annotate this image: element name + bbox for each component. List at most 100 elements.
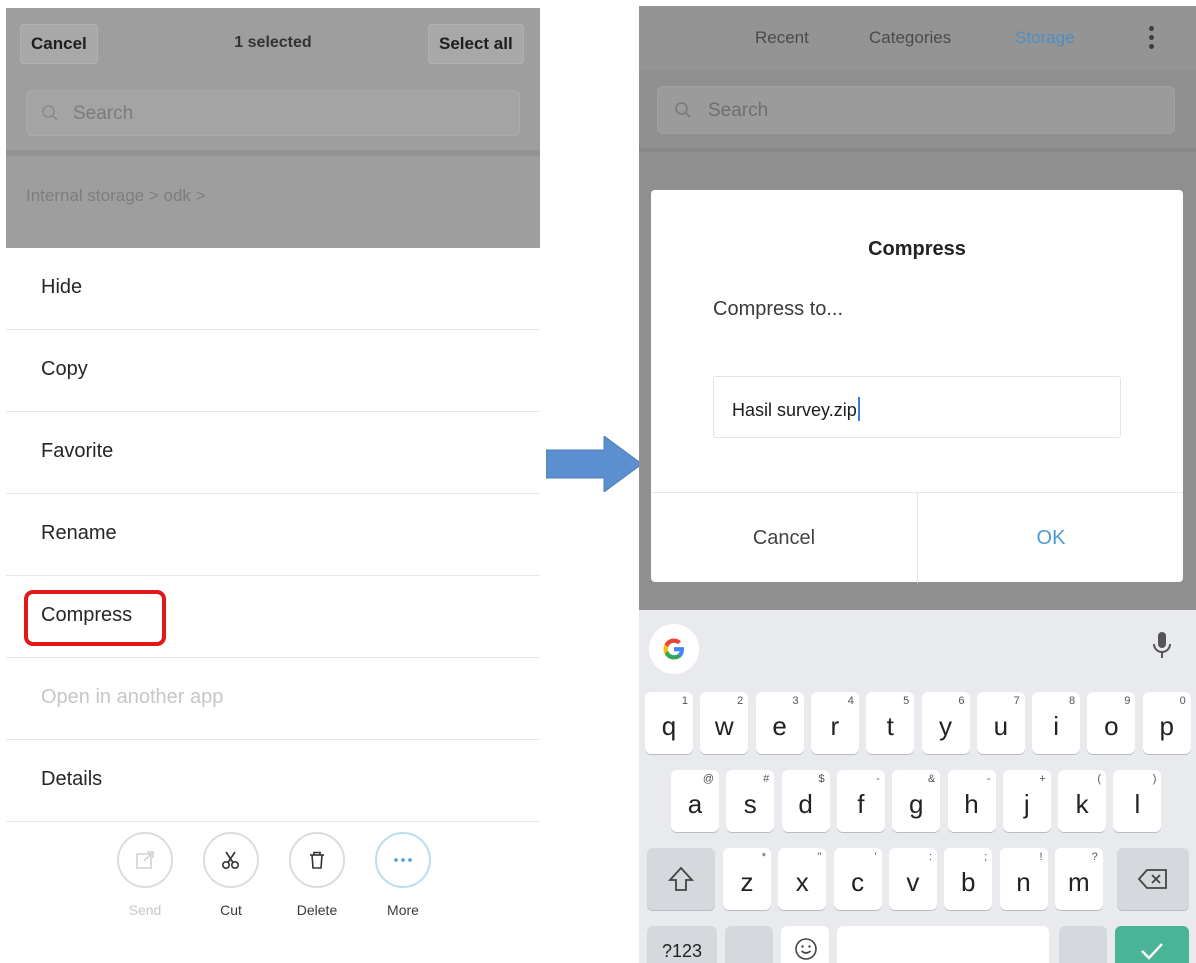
menu-item-label: Details [41, 768, 103, 790]
divider [6, 150, 540, 156]
key-letter: w [714, 711, 734, 741]
menu-item-favorite[interactable]: Favorite [6, 412, 540, 494]
tab-categories[interactable]: Categories [869, 28, 951, 48]
key-letter: c [851, 867, 865, 897]
dialog-title: Compress [868, 238, 966, 260]
emoji-key[interactable] [781, 926, 829, 963]
key-secondary: 0 [1179, 695, 1186, 707]
key-k[interactable]: k( [1058, 770, 1107, 832]
key-l[interactable]: l) [1113, 770, 1162, 832]
key-s[interactable]: s # [726, 770, 775, 832]
key-secondary: ! [1039, 851, 1043, 863]
key-g[interactable]: g & [892, 770, 941, 832]
key-secondary: " [817, 851, 822, 863]
key-letter: v [906, 867, 920, 897]
more-label: More [387, 902, 419, 918]
menu-item-label: Copy [41, 358, 88, 380]
microphone-icon[interactable] [1151, 630, 1173, 664]
key-z[interactable]: z * [723, 848, 771, 910]
dialog-cancel-button[interactable]: Cancel [651, 493, 917, 583]
google-logo-icon[interactable] [649, 624, 699, 674]
delete-button[interactable]: Delete [282, 832, 352, 924]
dialog-subtitle: Compress to... [713, 298, 844, 320]
key-h[interactable]: h- [947, 770, 996, 832]
shift-icon [667, 866, 695, 891]
tab-storage[interactable]: Storage [1015, 28, 1075, 48]
menu-item-hide[interactable]: Hide [6, 248, 540, 330]
key-d[interactable]: d $ [781, 770, 830, 832]
key-secondary: $ [818, 773, 825, 785]
menu-item-label: Open in another app [41, 686, 224, 708]
symbols-key[interactable]: ?123 [647, 926, 717, 963]
soft-keyboard: ?123 q 1 w 2 e 3 r 4 t 5 y 6 u 7 i 8 o 9 p 0 a @ s # d $ f - g & h - j + k… [639, 610, 1196, 963]
key-letter: g [908, 789, 924, 819]
more-button[interactable]: More [368, 832, 438, 924]
key-b[interactable]: b; [944, 848, 993, 910]
period-key[interactable] [1059, 926, 1107, 963]
key-secondary: 9 [1124, 695, 1131, 707]
key-w[interactable]: w2 [700, 692, 749, 754]
key-j[interactable]: j + [1002, 770, 1051, 832]
enter-key[interactable] [1115, 926, 1189, 963]
key-f[interactable]: f- [836, 770, 885, 832]
breadcrumb[interactable]: Internal storage > odk > [26, 186, 206, 206]
tab-recent[interactable]: Recent [755, 28, 809, 48]
overflow-menu-icon[interactable] [1149, 26, 1155, 52]
archive-name-value: Hasil survey.zip [732, 400, 857, 420]
key-secondary: : [928, 851, 932, 863]
menu-item-label: Favorite [41, 440, 114, 462]
key-secondary: ? [1091, 851, 1098, 863]
delete-label: Delete [296, 902, 338, 918]
key-letter: u [993, 711, 1009, 741]
backspace-key[interactable] [1117, 848, 1189, 910]
key-v[interactable]: v: [888, 848, 937, 910]
key-p[interactable]: p0 [1142, 692, 1191, 754]
key-a[interactable]: a @ [671, 770, 719, 832]
archive-name-field[interactable]: Hasil survey.zip [713, 376, 1121, 438]
cancel-button[interactable]: Cancel [20, 24, 98, 64]
key-secondary: 3 [792, 695, 799, 707]
emoji-icon [795, 938, 817, 960]
key-secondary: 5 [903, 695, 910, 707]
key-m[interactable]: m? [1054, 848, 1103, 910]
key-y[interactable]: y6 [921, 692, 970, 754]
key-letter: a [687, 789, 703, 819]
select-all-button[interactable]: Select all [428, 24, 524, 64]
ellipsis-icon [375, 832, 431, 888]
key-secondary: # [763, 773, 770, 785]
search-input[interactable]: Search [657, 86, 1175, 134]
comma-key[interactable] [725, 926, 773, 963]
key-letter: b [960, 867, 976, 897]
menu-item-details[interactable]: Details [6, 740, 540, 822]
shift-key[interactable] [647, 848, 715, 910]
spacebar-key[interactable] [837, 926, 1049, 963]
share-icon [117, 832, 173, 888]
key-letter: d [798, 789, 813, 819]
menu-item-copy[interactable]: Copy [6, 330, 540, 412]
key-u[interactable]: u7 [976, 692, 1025, 754]
key-o[interactable]: o9 [1087, 692, 1136, 754]
key-letter: y [939, 711, 952, 741]
key-x[interactable]: x " [778, 848, 827, 910]
key-e[interactable]: e3 [755, 692, 804, 754]
key-r[interactable]: r4 [810, 692, 859, 754]
search-input[interactable]: Search [26, 90, 520, 136]
key-i[interactable]: i8 [1032, 692, 1081, 754]
flow-arrow-icon [546, 436, 642, 492]
scissors-icon [203, 832, 259, 888]
backspace-icon [1137, 869, 1167, 889]
key-t[interactable]: t5 [866, 692, 915, 754]
divider [639, 148, 1196, 152]
key-q[interactable]: q1 [645, 692, 693, 754]
key-letter: m [1067, 867, 1090, 897]
key-letter: j [1023, 789, 1030, 819]
cut-button[interactable]: Cut [196, 832, 266, 924]
key-letter: e [772, 711, 787, 741]
file-action-sheet-screen: 1 selected Cancel Select all Search Inte… [6, 8, 540, 958]
menu-item-rename[interactable]: Rename [6, 494, 540, 576]
dialog-ok-button[interactable]: OK [918, 493, 1184, 583]
key-secondary: & [927, 773, 936, 785]
key-c[interactable]: c ' [833, 848, 882, 910]
key-secondary: ) [1152, 773, 1157, 785]
key-n[interactable]: n! [999, 848, 1048, 910]
